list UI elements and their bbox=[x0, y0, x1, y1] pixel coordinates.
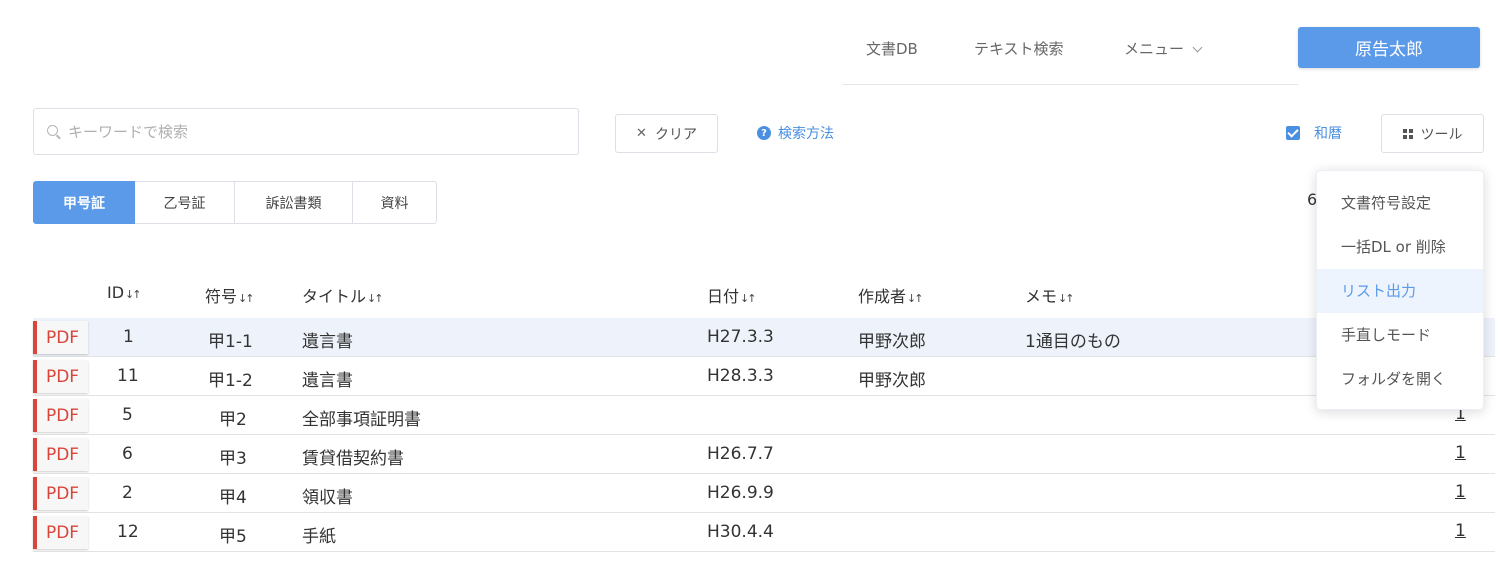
column-header-date[interactable]: 日付↓↑ bbox=[707, 283, 757, 307]
wareki-checkbox[interactable] bbox=[1286, 126, 1300, 140]
sort-icon: ↓↑ bbox=[238, 292, 255, 305]
table-row[interactable]: PDF 5 甲2 全部事項証明書 1 bbox=[33, 396, 1495, 435]
pdf-button[interactable]: PDF bbox=[33, 438, 88, 471]
attachment-count-link[interactable]: 1 bbox=[1455, 482, 1466, 502]
menu-item-document-code-settings[interactable]: 文書符号設定 bbox=[1317, 181, 1483, 225]
search-box bbox=[33, 108, 579, 155]
menu-item-list-export[interactable]: リスト出力 bbox=[1317, 269, 1483, 313]
cell-code: 甲3 bbox=[219, 449, 247, 469]
clear-button[interactable]: ✕ クリア bbox=[615, 114, 718, 153]
search-icon bbox=[47, 125, 58, 136]
tool-button[interactable]: ツール bbox=[1381, 114, 1484, 153]
table-row[interactable]: PDF 2 甲4 領収書 H26.9.9 1 bbox=[33, 474, 1495, 513]
top-nav: 文書DB テキスト検索 メニュー bbox=[842, 14, 1298, 85]
tab-litigation-docs[interactable]: 訴訟書類 bbox=[235, 181, 353, 224]
cell-id: 11 bbox=[117, 366, 139, 386]
tab-otsu[interactable]: 乙号証 bbox=[135, 181, 235, 224]
cell-author: 甲野次郎 bbox=[858, 332, 926, 352]
nav-item-text-search[interactable]: テキスト検索 bbox=[974, 38, 1064, 59]
chevron-down-icon bbox=[1192, 42, 1203, 53]
column-header-id[interactable]: ID↓↑ bbox=[107, 283, 142, 302]
pdf-button[interactable]: PDF bbox=[33, 360, 88, 393]
menu-item-bulk-download-or-delete[interactable]: 一括DL or 削除 bbox=[1317, 225, 1483, 269]
sort-icon: ↓↑ bbox=[367, 292, 384, 305]
wareki-toggle[interactable]: 和暦 bbox=[1286, 123, 1342, 143]
cell-title: 手紙 bbox=[302, 527, 336, 547]
column-header-title-label: タイトル bbox=[302, 287, 367, 306]
cell-code: 甲1-2 bbox=[208, 371, 253, 391]
nav-item-menu[interactable]: メニュー bbox=[1124, 38, 1203, 59]
search-help-link[interactable]: ? 検索方法 bbox=[757, 123, 834, 143]
close-icon: ✕ bbox=[636, 126, 647, 141]
sort-icon: ↓↑ bbox=[1058, 292, 1075, 305]
menu-item-open-folder[interactable]: フォルダを開く bbox=[1317, 357, 1483, 401]
pdf-button[interactable]: PDF bbox=[33, 516, 88, 549]
cell-title: 全部事項証明書 bbox=[302, 410, 421, 430]
column-header-memo[interactable]: メモ↓↑ bbox=[1025, 283, 1075, 307]
column-header-date-label: 日付 bbox=[707, 287, 740, 306]
column-header-memo-label: メモ bbox=[1025, 287, 1058, 306]
cell-code: 甲1-1 bbox=[208, 332, 253, 352]
cell-title: 遺言書 bbox=[302, 371, 353, 391]
question-icon: ? bbox=[757, 126, 771, 140]
cell-id: 2 bbox=[122, 483, 133, 503]
cell-title: 賃貸借契約書 bbox=[302, 449, 404, 469]
cell-id: 5 bbox=[122, 405, 133, 425]
nav-item-menu-label: メニュー bbox=[1124, 40, 1185, 58]
wareki-label: 和暦 bbox=[1314, 126, 1342, 142]
search-help-label: 検索方法 bbox=[778, 126, 834, 142]
tab-materials[interactable]: 資料 bbox=[353, 181, 437, 224]
clear-button-label: クリア bbox=[654, 126, 697, 143]
cell-id: 6 bbox=[122, 444, 133, 464]
sort-icon: ↓↑ bbox=[740, 292, 757, 305]
column-header-code[interactable]: 符号↓↑ bbox=[205, 283, 255, 307]
cell-date: H30.4.4 bbox=[707, 522, 774, 542]
sort-icon: ↓↑ bbox=[907, 292, 924, 305]
category-tabs: 甲号証 乙号証 訴訟書類 資料 bbox=[33, 181, 437, 224]
column-header-author-label: 作成者 bbox=[858, 287, 907, 306]
cell-date: H26.9.9 bbox=[707, 483, 774, 503]
column-header-author[interactable]: 作成者↓↑ bbox=[858, 283, 924, 307]
cell-memo: 1通目のもの bbox=[1025, 332, 1121, 352]
table-row[interactable]: PDF 6 甲3 賃貸借契約書 H26.7.7 1 bbox=[33, 435, 1495, 474]
column-header-code-label: 符号 bbox=[205, 287, 238, 306]
cell-code: 甲5 bbox=[219, 527, 247, 547]
cell-title: 領収書 bbox=[302, 488, 353, 508]
cell-date: H28.3.3 bbox=[707, 366, 774, 386]
tab-kou[interactable]: 甲号証 bbox=[33, 181, 135, 224]
cell-author: 甲野次郎 bbox=[858, 371, 926, 391]
cell-id: 12 bbox=[117, 522, 139, 542]
user-button[interactable]: 原告太郎 bbox=[1298, 27, 1480, 68]
cell-date: H26.7.7 bbox=[707, 444, 774, 464]
nav-item-document-db[interactable]: 文書DB bbox=[866, 38, 918, 59]
attachment-count-link[interactable]: 1 bbox=[1455, 443, 1466, 463]
table-row[interactable]: PDF 11 甲1-2 遺言書 H28.3.3 甲野次郎 bbox=[33, 357, 1495, 396]
column-header-title[interactable]: タイトル↓↑ bbox=[302, 283, 384, 307]
cell-code: 甲4 bbox=[219, 488, 247, 508]
cell-code: 甲2 bbox=[219, 410, 247, 430]
sort-icon: ↓↑ bbox=[125, 288, 142, 301]
tool-button-label: ツール bbox=[1420, 126, 1463, 143]
menu-item-edit-mode[interactable]: 手直しモード bbox=[1317, 313, 1483, 357]
column-header-id-label: ID bbox=[107, 283, 125, 302]
pdf-button[interactable]: PDF bbox=[33, 477, 88, 510]
pdf-button[interactable]: PDF bbox=[33, 399, 88, 432]
table-row[interactable]: PDF 12 甲5 手紙 H30.4.4 1 bbox=[33, 513, 1495, 552]
cell-title: 遺言書 bbox=[302, 332, 353, 352]
cell-id: 1 bbox=[123, 327, 134, 347]
cell-date: H27.3.3 bbox=[707, 327, 774, 347]
tool-dropdown-menu: 文書符号設定 一括DL or 削除 リスト出力 手直しモード フォルダを開く bbox=[1316, 170, 1484, 410]
grid-icon bbox=[1402, 128, 1413, 139]
attachment-count-link[interactable]: 1 bbox=[1455, 521, 1466, 541]
table-row[interactable]: PDF 1 甲1-1 遺言書 H27.3.3 甲野次郎 1通目のもの bbox=[33, 318, 1495, 357]
search-input[interactable] bbox=[68, 109, 568, 154]
pdf-button[interactable]: PDF bbox=[33, 321, 88, 354]
